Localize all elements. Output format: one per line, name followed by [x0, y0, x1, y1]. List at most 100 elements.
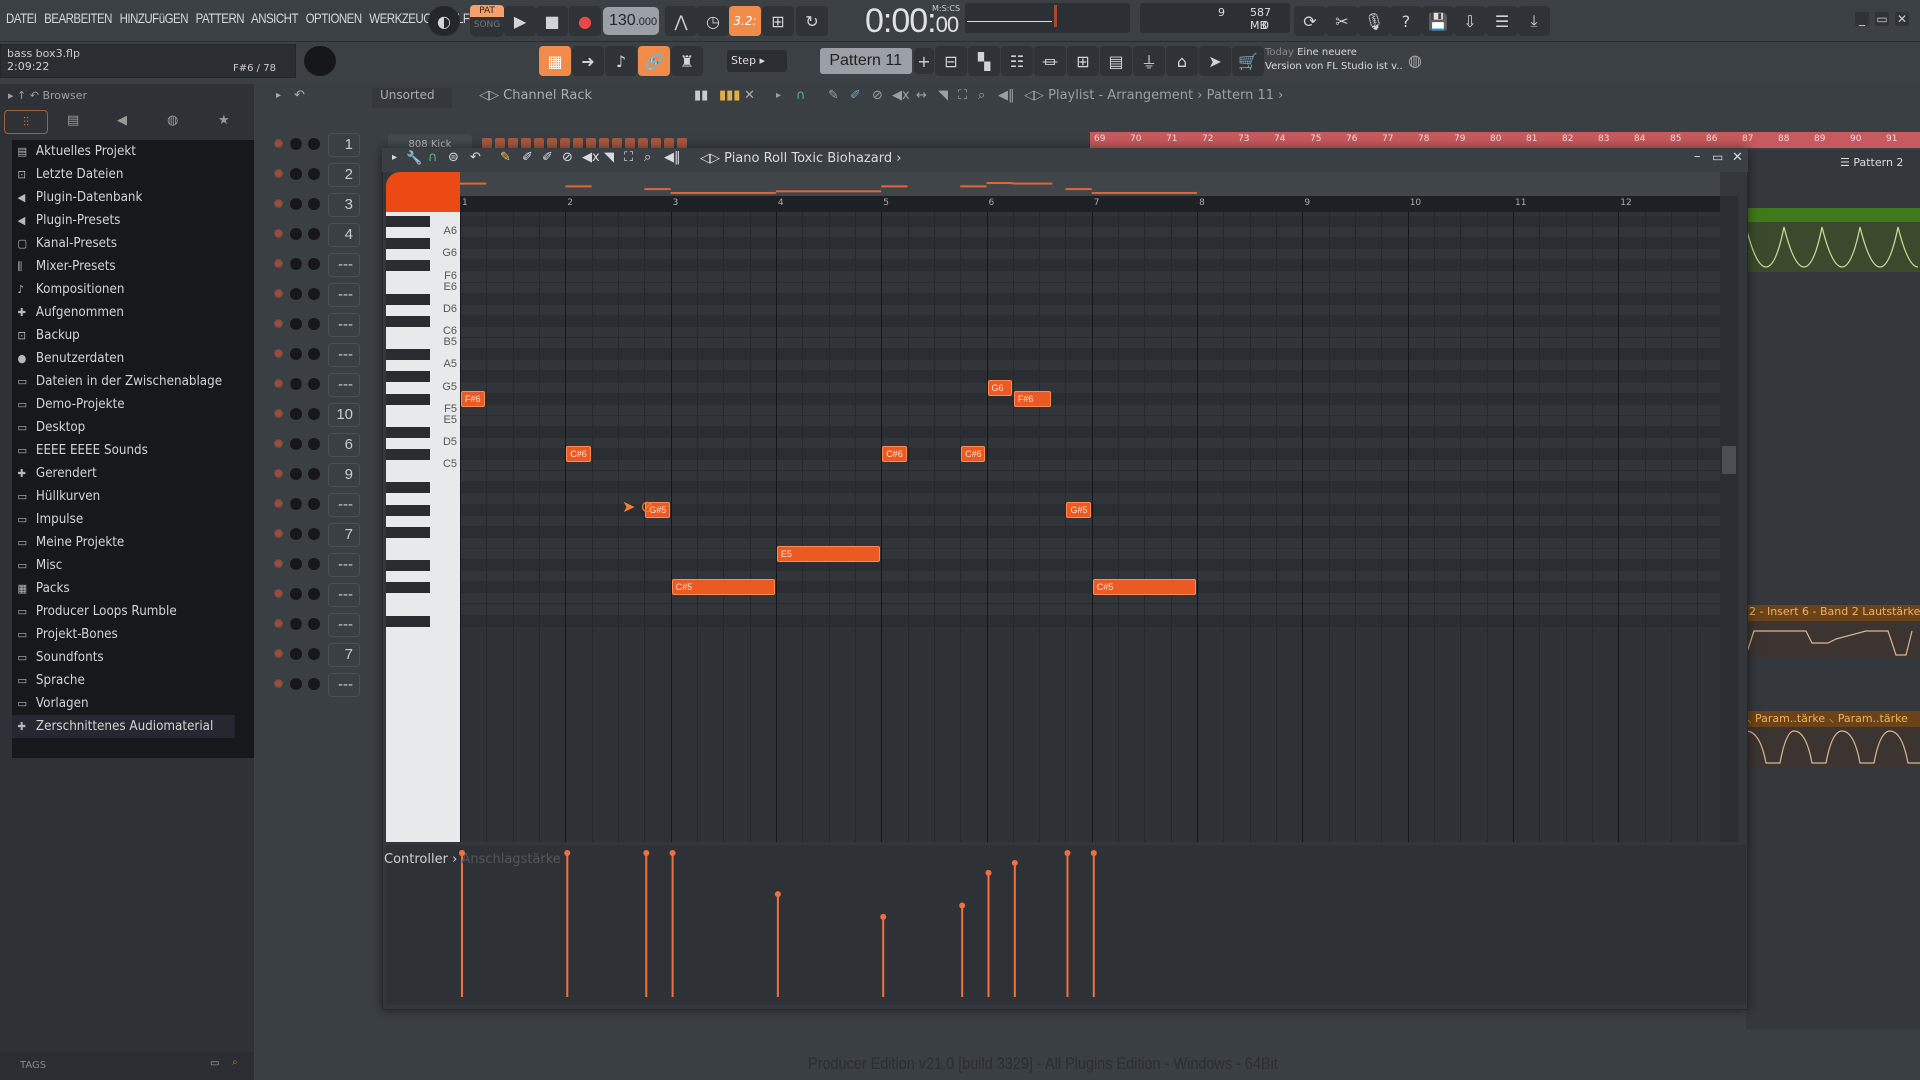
black-key[interactable]	[386, 449, 430, 461]
browser-item[interactable]: ▭ Dateien in der Zwischenablage	[12, 370, 235, 393]
channel-filter-select[interactable]: Unsorted	[372, 88, 452, 108]
pr-maximize-button[interactable]: ▭	[1712, 150, 1723, 164]
channel-mute-led[interactable]	[274, 229, 283, 238]
note-color-selector[interactable]	[386, 172, 460, 212]
zoom-icon[interactable]: ⌕	[978, 88, 985, 103]
news-button[interactable]: ☰	[1486, 6, 1518, 36]
tab-favorites-star-icon[interactable]: ★	[218, 113, 230, 128]
browser-item[interactable]: ▭ Vorlagen	[12, 692, 235, 715]
black-key[interactable]	[386, 582, 430, 594]
note[interactable]: G6	[987, 379, 1012, 396]
channel-pan-knob[interactable]	[290, 678, 302, 690]
browser-item[interactable]: ♪ Kompositionen	[12, 278, 235, 301]
note-grid[interactable]: F#6 C#6 G#5 C#5 E5 C#6 C#6 G6 F#6 G#5 C#5 ➤ ⊘	[460, 212, 1734, 842]
velocity-handle[interactable]	[1011, 859, 1018, 866]
velocity-handle[interactable]	[1090, 850, 1097, 856]
velocity-handle[interactable]	[643, 850, 650, 856]
zoom-icon[interactable]: ⌕	[644, 150, 651, 165]
menu-file[interactable]: DATEI	[6, 10, 37, 26]
channel-volume-knob[interactable]	[308, 678, 320, 690]
channel-row[interactable]: 3	[264, 190, 384, 220]
quick-quantize-icon[interactable]: ⊜	[448, 150, 459, 165]
playlist-menu-arrow-icon[interactable]: ▸	[776, 90, 781, 101]
black-key[interactable]	[386, 560, 430, 572]
velocity-handle[interactable]	[985, 869, 992, 876]
save-button[interactable]: 💾	[1422, 6, 1454, 36]
channel-volume-knob[interactable]	[308, 558, 320, 570]
view-project-button[interactable]: ▤	[1100, 46, 1132, 76]
channel-volume-knob[interactable]	[308, 648, 320, 660]
channel-volume-knob[interactable]	[308, 138, 320, 150]
black-key[interactable]	[386, 293, 430, 305]
download-button[interactable]: ⤓	[1518, 6, 1550, 36]
note[interactable]: G#5	[1066, 501, 1091, 518]
step-seq-button[interactable]: ♪	[605, 46, 637, 76]
piano-roll-vscrollbar[interactable]	[1720, 196, 1738, 842]
mixer-track-number[interactable]: 10	[328, 403, 360, 427]
wrench-icon[interactable]: 🔧	[406, 151, 422, 166]
tempo-field[interactable]: 130.000	[603, 7, 659, 35]
mixer-track-number[interactable]: 1	[328, 133, 360, 157]
black-key[interactable]	[386, 238, 430, 250]
black-key[interactable]	[386, 615, 430, 627]
search-icon[interactable]: ⌕	[232, 1057, 238, 1068]
browser-item[interactable]: ▭ Hüllkurven	[12, 485, 235, 508]
channel-row[interactable]: ---	[264, 550, 384, 580]
channel-row[interactable]: ---	[264, 580, 384, 610]
graph-icon[interactable]: ▮▮	[694, 88, 708, 103]
channel-volume-knob[interactable]	[308, 348, 320, 360]
black-key[interactable]	[386, 526, 430, 538]
channel-pan-knob[interactable]	[290, 618, 302, 630]
slip-icon[interactable]: ↔	[916, 88, 927, 103]
black-key[interactable]	[386, 393, 430, 405]
channel-rack-menu-arrow-icon[interactable]: ▸	[276, 90, 281, 101]
magnet-icon[interactable]: ∩	[428, 150, 438, 165]
select-icon[interactable]: ⛶	[958, 88, 967, 103]
channel-pan-knob[interactable]	[290, 288, 302, 300]
store-button[interactable]: 🛒	[1232, 46, 1264, 76]
channel-volume-knob[interactable]	[308, 618, 320, 630]
channel-row[interactable]: 1	[264, 130, 384, 160]
note[interactable]: C#5	[671, 579, 775, 596]
mixer-track-number[interactable]: ---	[328, 283, 360, 307]
channel-row[interactable]: ---	[264, 490, 384, 520]
browser-item[interactable]: ⫼ Mixer-Presets	[12, 255, 235, 278]
channel-row[interactable]: 4	[264, 220, 384, 250]
channel-volume-knob[interactable]	[308, 378, 320, 390]
magnet-icon[interactable]: ∩	[796, 88, 806, 103]
black-key[interactable]	[386, 216, 430, 228]
channel-mute-led[interactable]	[274, 469, 283, 478]
channel-pan-knob[interactable]	[290, 468, 302, 480]
channel-row[interactable]: ---	[264, 340, 384, 370]
snap-select[interactable]: Step ▸	[727, 50, 787, 72]
browser-item[interactable]: ✚ Aufgenommen	[12, 301, 235, 324]
channel-mute-led[interactable]	[274, 259, 283, 268]
view-plugins-button[interactable]: ⏛	[1034, 46, 1066, 76]
mixer-track-number[interactable]: 3	[328, 193, 360, 217]
channel-row[interactable]: ---	[264, 280, 384, 310]
black-key[interactable]	[386, 349, 430, 361]
channel-mute-led[interactable]	[274, 649, 283, 658]
channel-pan-knob[interactable]	[290, 138, 302, 150]
playlist-arrow-button[interactable]: ➜	[572, 46, 604, 76]
plugin-picker-button[interactable]: ⏚	[1133, 46, 1165, 76]
loop-record-button[interactable]: ↻	[796, 6, 828, 36]
mixer-track-number[interactable]: ---	[328, 493, 360, 517]
globe-icon[interactable]: ◍	[1408, 51, 1422, 70]
channel-mute-led[interactable]	[274, 319, 283, 328]
mixer-track-number[interactable]: ---	[328, 553, 360, 577]
channel-mute-led[interactable]	[274, 139, 283, 148]
mixer-track-number[interactable]: 9	[328, 463, 360, 487]
play-button[interactable]: ▶	[504, 6, 536, 36]
browser-item[interactable]: ▭ Producer Loops Rumble	[12, 600, 235, 623]
velocity-handle[interactable]	[774, 891, 781, 898]
channel-volume-knob[interactable]	[308, 498, 320, 510]
black-key[interactable]	[386, 371, 430, 383]
channel-row[interactable]: 7	[264, 520, 384, 550]
mixer-track-number[interactable]: 4	[328, 223, 360, 247]
piano-keyboard[interactable]: A7G7F7E7D7C7B6A6G6F6E6D6C6B5A5G5F5E5D5C5	[386, 212, 460, 842]
channel-pan-knob[interactable]	[290, 228, 302, 240]
channel-mute-led[interactable]	[274, 679, 283, 688]
menu-view[interactable]: ANSICHT	[251, 10, 298, 26]
paint-icon[interactable]: ✐	[850, 88, 861, 103]
